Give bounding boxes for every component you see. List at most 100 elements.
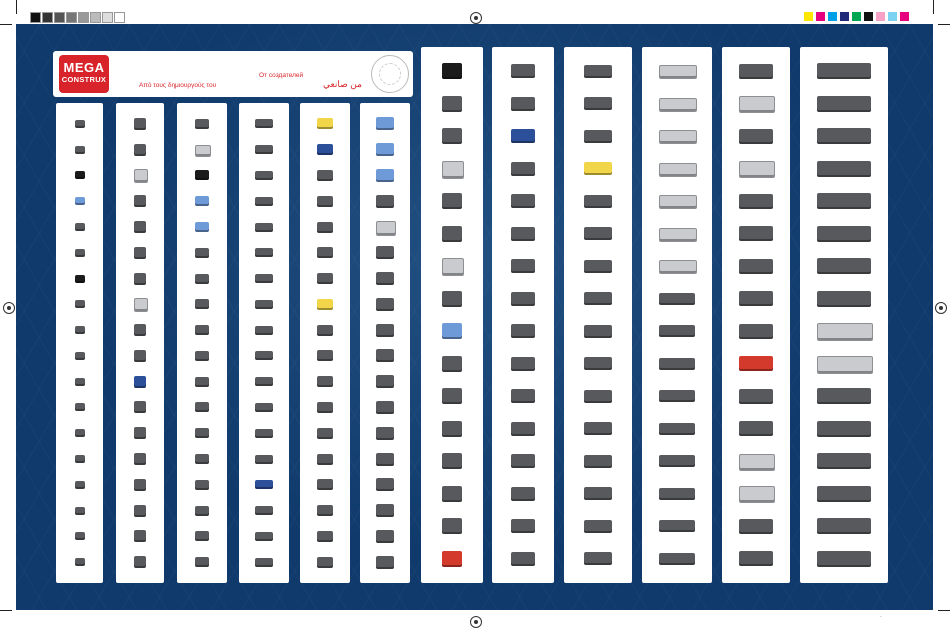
brick-piece-icon [74, 455, 85, 463]
brick-piece-icon [134, 401, 146, 414]
brick-piece-icon [317, 118, 333, 130]
brick-piece-icon [255, 454, 273, 464]
brick-piece-icon [511, 389, 535, 404]
brick-piece-icon [511, 259, 535, 274]
parts-column [300, 103, 350, 583]
brick-piece-icon [317, 247, 333, 259]
brick-piece-icon [74, 223, 85, 231]
brick-piece-icon [255, 299, 273, 309]
brick-piece-icon [376, 297, 394, 311]
brick-piece-icon [584, 519, 612, 533]
brick-piece-icon [255, 248, 273, 258]
brick-piece-icon [442, 518, 462, 535]
brick-piece-icon [584, 389, 612, 403]
brick-piece-icon [817, 388, 871, 405]
brick-piece-icon [74, 403, 85, 412]
brick-piece-icon [134, 246, 146, 259]
brick-piece-icon [817, 290, 871, 307]
brick-piece-icon [255, 222, 273, 232]
brick-piece-icon [195, 196, 209, 207]
brick-piece-icon [739, 356, 773, 372]
brick-piece-icon [317, 556, 333, 568]
brick-piece-icon [442, 128, 462, 145]
brick-piece-icon [739, 128, 773, 144]
crop-mark [16, 0, 17, 14]
brick-piece-icon [442, 388, 462, 405]
brick-piece-icon [584, 454, 612, 468]
brick-piece-icon [817, 485, 871, 502]
brick-piece-icon [134, 375, 146, 388]
color-swatch [816, 12, 825, 21]
color-swatch [90, 12, 101, 23]
color-swatch [54, 12, 65, 23]
brick-piece-icon [134, 453, 146, 465]
footer-left-code: AE-PW0T-01.indd [30, 614, 71, 620]
registration-mark-icon [935, 302, 947, 314]
brick-piece-icon [376, 168, 394, 182]
brick-piece-icon [817, 518, 871, 535]
brick-piece-icon [134, 530, 146, 543]
brick-piece-icon [317, 169, 333, 181]
brick-piece-icon [317, 273, 333, 285]
brick-piece-icon [317, 427, 333, 439]
brick-piece-icon [74, 480, 85, 489]
brick-piece-icon [584, 487, 612, 501]
brick-piece-icon [376, 143, 394, 157]
parts-column [642, 47, 712, 583]
brick-piece-icon [74, 300, 85, 309]
color-swatch [840, 12, 849, 21]
brick-piece-icon [659, 390, 695, 403]
brick-piece-icon [659, 260, 697, 275]
brick-piece-icon [317, 324, 333, 336]
brick-piece-icon [74, 506, 85, 515]
brick-piece-icon [195, 479, 209, 490]
brick-piece-icon [195, 299, 209, 310]
brick-piece-icon [74, 145, 85, 154]
greek-tagline: Από τους δημιουργούς του [139, 82, 217, 89]
brick-piece-icon [74, 274, 85, 283]
brick-piece-icon [376, 555, 394, 569]
color-swatch [852, 12, 861, 21]
brick-piece-icon [74, 351, 85, 360]
brick-piece-icon [511, 64, 535, 79]
parts-column [564, 47, 632, 583]
brick-piece-icon [817, 355, 873, 374]
brick-piece-icon [317, 195, 333, 207]
brick-piece-icon [255, 170, 273, 180]
brick-piece-icon [255, 351, 273, 361]
brick-piece-icon [659, 357, 695, 370]
logo-line2: CONSTRUX [61, 75, 107, 84]
brick-piece-icon [74, 532, 85, 541]
brick-piece-icon [74, 197, 85, 206]
brick-piece-icon [739, 63, 773, 79]
brick-piece-icon [195, 247, 209, 258]
brick-piece-icon [74, 558, 85, 567]
brick-piece-icon [74, 377, 85, 386]
brick-piece-icon [659, 162, 697, 177]
registration-mark-icon [470, 616, 482, 628]
parts-column [360, 103, 410, 583]
color-swatch [900, 12, 909, 21]
brick-piece-icon [376, 220, 396, 236]
brick-piece-icon [739, 193, 773, 209]
brick-piece-icon [442, 355, 462, 372]
brick-piece-icon [376, 246, 394, 260]
brick-piece-icon [317, 401, 333, 413]
brick-piece-icon [195, 557, 209, 568]
brick-piece-icon [134, 143, 146, 156]
brick-piece-icon [376, 504, 394, 518]
brick-piece-icon [255, 402, 273, 412]
color-swatch [876, 12, 885, 21]
brick-piece-icon [442, 95, 462, 112]
color-swatch [30, 12, 41, 23]
brick-piece-icon [255, 274, 273, 284]
brick-piece-icon [511, 96, 535, 111]
arabic-tagline: من صانعي [323, 79, 362, 89]
brick-piece-icon [442, 420, 462, 437]
brick-piece-icon [511, 421, 535, 436]
brick-piece-icon [659, 97, 697, 112]
brick-piece-icon [195, 454, 209, 464]
parts-column [492, 47, 554, 583]
brick-piece-icon [317, 298, 333, 310]
russian-tagline: От создателей [259, 72, 304, 79]
